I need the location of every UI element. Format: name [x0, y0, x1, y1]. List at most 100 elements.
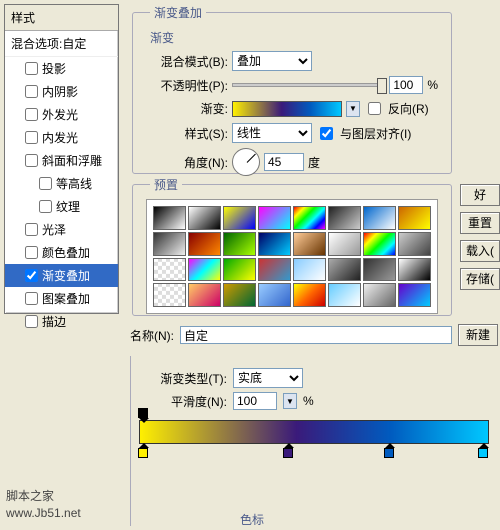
preset-swatch[interactable] — [293, 258, 326, 282]
percent-label: % — [427, 78, 438, 92]
style-checkbox[interactable] — [25, 62, 38, 75]
color-stop[interactable] — [384, 448, 394, 458]
preset-swatch[interactable] — [398, 258, 431, 282]
preset-swatch[interactable] — [223, 206, 256, 230]
color-stop[interactable] — [283, 448, 293, 458]
style-item-斜面和浮雕[interactable]: 斜面和浮雕 — [5, 149, 118, 172]
blending-options[interactable]: 混合选项:自定 — [5, 31, 118, 57]
preset-swatch[interactable] — [293, 206, 326, 230]
preset-swatch[interactable] — [223, 232, 256, 256]
style-select[interactable]: 线性 — [232, 123, 312, 143]
color-stop[interactable] — [478, 448, 488, 458]
preset-swatch[interactable] — [398, 232, 431, 256]
align-label: 与图层对齐(I) — [340, 125, 411, 142]
reset-button[interactable]: 重置 — [460, 212, 500, 234]
gradient-label: 渐变: — [146, 100, 228, 117]
preset-swatch[interactable] — [328, 258, 361, 282]
style-item-内发光[interactable]: 内发光 — [5, 126, 118, 149]
preset-swatch[interactable] — [223, 258, 256, 282]
preset-swatch[interactable] — [258, 258, 291, 282]
preset-swatch[interactable] — [188, 206, 221, 230]
style-item-投影[interactable]: 投影 — [5, 57, 118, 80]
preset-swatch[interactable] — [328, 283, 361, 307]
style-checkbox[interactable] — [25, 269, 38, 282]
style-checkbox[interactable] — [39, 200, 52, 213]
new-button[interactable]: 新建 — [458, 324, 498, 346]
preset-swatch[interactable] — [153, 206, 186, 230]
preset-swatch[interactable] — [363, 206, 396, 230]
styles-panel: 样式 混合选项:自定 投影内阴影外发光内发光斜面和浮雕等高线纹理光泽颜色叠加渐变… — [4, 4, 119, 314]
presets-title: 预置 — [150, 176, 182, 193]
style-checkbox[interactable] — [39, 177, 52, 190]
gradient-preview[interactable] — [232, 101, 342, 117]
preset-swatch[interactable] — [328, 232, 361, 256]
presets-group: 预置 — [132, 176, 452, 316]
preset-swatch[interactable] — [293, 232, 326, 256]
ok-button[interactable]: 好 — [460, 184, 500, 206]
save-button[interactable]: 存储( — [460, 268, 500, 290]
preset-swatch[interactable] — [293, 283, 326, 307]
preset-swatch[interactable] — [258, 283, 291, 307]
opacity-stop[interactable] — [138, 408, 148, 418]
align-checkbox[interactable] — [320, 127, 333, 140]
blend-mode-select[interactable]: 叠加 — [232, 51, 312, 71]
style-item-颜色叠加[interactable]: 颜色叠加 — [5, 241, 118, 264]
name-input[interactable] — [180, 326, 452, 344]
preset-swatch[interactable] — [153, 258, 186, 282]
reverse-label: 反向(R) — [388, 100, 429, 117]
preset-swatch[interactable] — [188, 283, 221, 307]
preset-swatch[interactable] — [223, 283, 256, 307]
preset-swatch[interactable] — [153, 283, 186, 307]
preset-swatch[interactable] — [363, 283, 396, 307]
style-checkbox[interactable] — [25, 85, 38, 98]
style-label: 内阴影 — [42, 83, 78, 100]
smoothness-input[interactable] — [233, 392, 277, 410]
style-item-内阴影[interactable]: 内阴影 — [5, 80, 118, 103]
style-label: 光泽 — [42, 221, 66, 238]
preset-swatch[interactable] — [398, 283, 431, 307]
style-checkbox[interactable] — [25, 223, 38, 236]
style-checkbox[interactable] — [25, 108, 38, 121]
load-button[interactable]: 载入( — [460, 240, 500, 262]
preset-grid[interactable] — [146, 199, 438, 314]
preset-swatch[interactable] — [363, 232, 396, 256]
gradient-ramp[interactable] — [139, 420, 489, 444]
style-label: 渐变叠加 — [42, 267, 90, 284]
style-item-光泽[interactable]: 光泽 — [5, 218, 118, 241]
style-item-描边[interactable]: 描边 — [5, 310, 118, 333]
preset-swatch[interactable] — [363, 258, 396, 282]
gradient-type-group: 渐变类型(T): 实底 平滑度(N): ▼ % — [130, 356, 490, 526]
preset-swatch[interactable] — [258, 206, 291, 230]
style-checkbox[interactable] — [25, 246, 38, 259]
style-item-等高线[interactable]: 等高线 — [5, 172, 118, 195]
style-item-图案叠加[interactable]: 图案叠加 — [5, 287, 118, 310]
opacity-slider[interactable] — [232, 83, 385, 87]
style-checkbox[interactable] — [25, 315, 38, 328]
gradient-editor[interactable] — [139, 420, 489, 444]
gradient-type-label: 渐变类型(T): — [139, 370, 227, 387]
reverse-checkbox[interactable] — [368, 102, 381, 115]
preset-swatch[interactable] — [153, 232, 186, 256]
chevron-down-icon[interactable]: ▼ — [283, 393, 297, 409]
style-checkbox[interactable] — [25, 154, 38, 167]
preset-swatch[interactable] — [188, 232, 221, 256]
style-item-外发光[interactable]: 外发光 — [5, 103, 118, 126]
preset-swatch[interactable] — [398, 206, 431, 230]
angle-input[interactable] — [264, 153, 304, 171]
style-checkbox[interactable] — [25, 131, 38, 144]
color-stop[interactable] — [138, 448, 148, 458]
chevron-down-icon[interactable]: ▼ — [346, 101, 360, 117]
style-item-渐变叠加[interactable]: 渐变叠加 — [5, 264, 118, 287]
opacity-input[interactable] — [389, 76, 423, 94]
opacity-label: 不透明性(P): — [146, 77, 228, 94]
style-item-纹理[interactable]: 纹理 — [5, 195, 118, 218]
style-label: 图案叠加 — [42, 290, 90, 307]
gradient-type-select[interactable]: 实底 — [233, 368, 303, 388]
preset-swatch[interactable] — [328, 206, 361, 230]
preset-swatch[interactable] — [188, 258, 221, 282]
preset-swatch[interactable] — [258, 232, 291, 256]
style-checkbox[interactable] — [25, 292, 38, 305]
gradient-legend: 渐变 — [150, 29, 434, 46]
angle-dial[interactable] — [232, 148, 260, 176]
gradient-overlay-group: 渐变叠加 渐变 混合模式(B): 叠加 不透明性(P): % 渐变: ▼ 反向(… — [132, 4, 452, 174]
